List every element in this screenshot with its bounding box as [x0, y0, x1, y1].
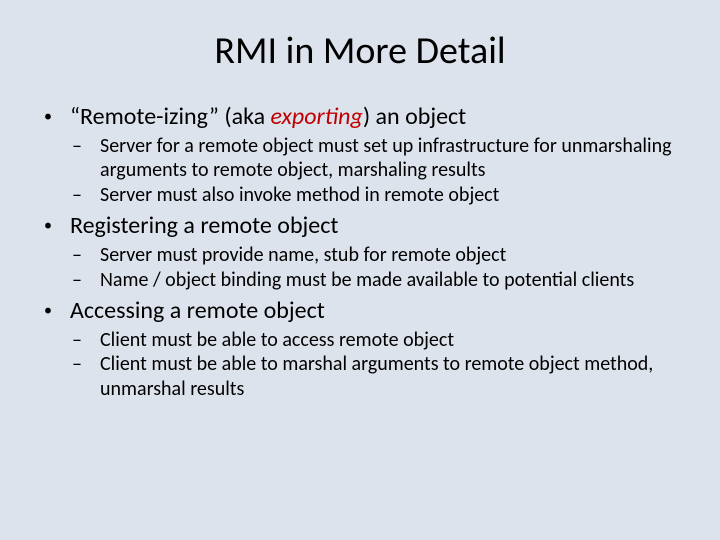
- bullet-dot-icon: •: [40, 211, 70, 241]
- content-list: • “Remote-izing” (aka exporting) an obje…: [40, 102, 680, 401]
- sub-item: – Client must be able to access remote o…: [40, 328, 680, 352]
- dash-icon: –: [40, 134, 100, 158]
- dash-icon: –: [40, 328, 100, 352]
- sub-text: Client must be able to access remote obj…: [100, 328, 680, 352]
- dash-icon: –: [40, 183, 100, 207]
- text-suffix: ) an object: [363, 102, 466, 131]
- dash-icon: –: [40, 243, 100, 267]
- bullet-dot-icon: •: [40, 102, 70, 132]
- sub-item: – Server must provide name, stub for rem…: [40, 243, 680, 267]
- sub-item: – Client must be able to marshal argumen…: [40, 352, 680, 401]
- bullet-text: “Remote-izing” (aka exporting) an object: [70, 102, 680, 131]
- sub-item: – Server for a remote object must set up…: [40, 134, 680, 183]
- sub-item: – Name / object binding must be made ava…: [40, 268, 680, 292]
- sub-list: – Client must be able to access remote o…: [40, 328, 680, 401]
- sub-text: Client must be able to marshal arguments…: [100, 352, 680, 401]
- slide-title: RMI in More Detail: [40, 28, 680, 74]
- text-prefix: “Remote-izing” (aka: [70, 102, 271, 131]
- bullet-remoteizing: • “Remote-izing” (aka exporting) an obje…: [40, 102, 680, 207]
- sub-text: Server must provide name, stub for remot…: [100, 243, 680, 267]
- bullet-accessing: • Accessing a remote object – Client mus…: [40, 296, 680, 401]
- sub-list: – Server must provide name, stub for rem…: [40, 243, 680, 292]
- sub-list: – Server for a remote object must set up…: [40, 134, 680, 207]
- bullet-text: Registering a remote object: [70, 211, 680, 240]
- text-emph-exporting: exporting: [271, 102, 363, 131]
- sub-text: Server must also invoke method in remote…: [100, 183, 680, 207]
- bullet-registering: • Registering a remote object – Server m…: [40, 211, 680, 292]
- bullet-text: Accessing a remote object: [70, 296, 680, 325]
- dash-icon: –: [40, 268, 100, 292]
- bullet-dot-icon: •: [40, 296, 70, 326]
- sub-item: – Server must also invoke method in remo…: [40, 183, 680, 207]
- dash-icon: –: [40, 352, 100, 376]
- sub-text: Server for a remote object must set up i…: [100, 134, 680, 183]
- sub-text: Name / object binding must be made avail…: [100, 268, 680, 292]
